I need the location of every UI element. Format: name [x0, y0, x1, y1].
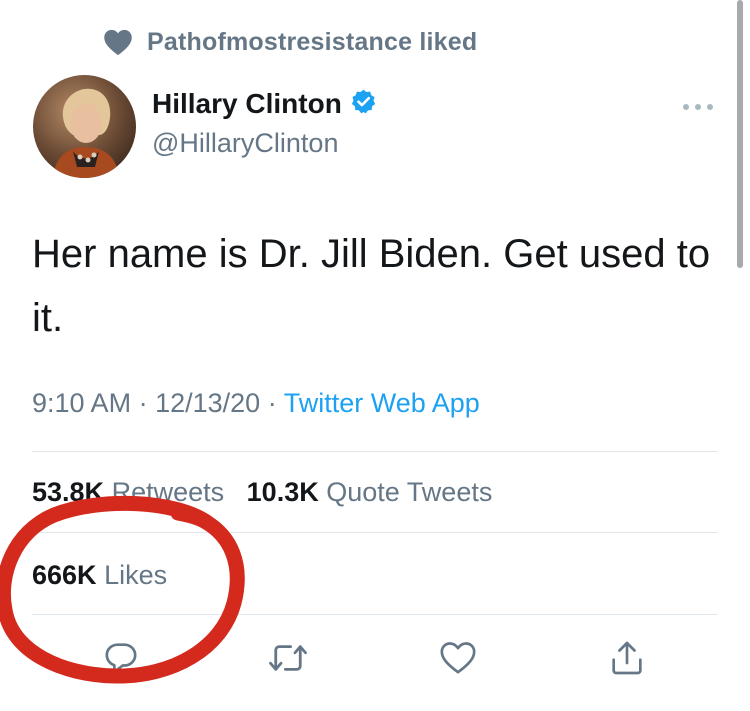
share-button[interactable]	[604, 637, 650, 683]
social-context-text: Pathofmostresistance liked	[147, 27, 478, 56]
meta-separator: ·	[267, 388, 277, 418]
divider	[32, 532, 718, 533]
retweet-stats-row: 53.8K Retweets 10.3K Quote Tweets	[32, 477, 492, 508]
scrollbar[interactable]	[737, 0, 743, 268]
quote-tweets-count: 10.3K	[246, 477, 319, 507]
social-context[interactable]: Pathofmostresistance liked	[103, 24, 477, 60]
tweet-meta: 9:10 AM · 12/13/20 · Twitter Web App	[32, 388, 480, 419]
reply-button[interactable]	[98, 637, 144, 683]
author-name-row[interactable]: Hillary Clinton	[152, 88, 377, 120]
more-dots-icon	[682, 98, 714, 116]
retweets-stat[interactable]: 53.8K Retweets	[32, 477, 224, 507]
meta-separator: ·	[138, 388, 148, 418]
retweets-count: 53.8K	[32, 477, 105, 507]
heart-icon	[103, 28, 133, 56]
tweet-time: 9:10 AM	[32, 388, 132, 418]
quote-tweets-label: Quote Tweets	[326, 477, 493, 507]
tweet-detail-screen: Pathofmostresistance liked Hillary Clint…	[0, 0, 750, 711]
divider	[32, 451, 718, 452]
reply-icon	[101, 638, 141, 683]
likes-label: Likes	[104, 560, 168, 590]
heart-outline-icon	[438, 638, 478, 683]
tweet-source-link[interactable]: Twitter Web App	[284, 388, 480, 418]
author-display-name[interactable]: Hillary Clinton	[152, 88, 342, 120]
tweet-text: Her name is Dr. Jill Biden. Get used to …	[32, 232, 711, 340]
verified-badge-icon	[350, 88, 377, 120]
retweet-icon	[267, 637, 309, 684]
likes-stat[interactable]: 666K Likes	[32, 560, 167, 591]
divider	[32, 614, 718, 615]
author-handle[interactable]: @HillaryClinton	[152, 128, 338, 159]
tweet-date: 12/13/20	[155, 388, 261, 418]
retweet-button[interactable]	[265, 637, 311, 683]
share-icon	[607, 638, 647, 683]
likes-count: 666K	[32, 560, 97, 590]
more-options-button[interactable]	[680, 92, 716, 122]
retweets-label: Retweets	[111, 477, 225, 507]
like-button[interactable]	[435, 637, 481, 683]
quote-tweets-stat[interactable]: 10.3K Quote Tweets	[247, 477, 493, 507]
avatar[interactable]	[33, 75, 136, 178]
